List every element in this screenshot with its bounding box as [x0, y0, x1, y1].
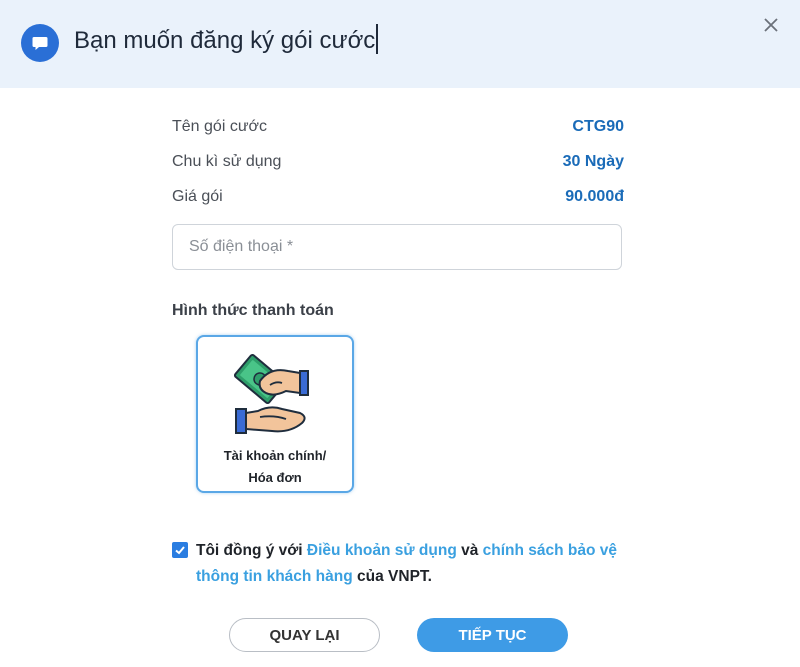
- continue-button[interactable]: TIẾP TỤC: [417, 618, 568, 652]
- payment-option-label-line2: Hóa đơn: [248, 470, 302, 485]
- phone-number-input[interactable]: [172, 224, 622, 270]
- text-caret: [376, 24, 379, 54]
- usage-cycle-label: Chu kì sử dụng: [172, 153, 282, 170]
- agreement-text: Tôi đồng ý với Điều khoản sử dụng và chí…: [196, 538, 636, 590]
- package-price-row: Giá gói 90.000đ: [172, 186, 624, 208]
- agreement-checkbox[interactable]: [172, 542, 188, 558]
- close-icon[interactable]: [764, 18, 778, 32]
- payment-option-label-line1: Tài khoản chính/: [223, 448, 327, 463]
- close-button[interactable]: [760, 14, 782, 36]
- package-price-value: 90.000đ: [565, 188, 624, 205]
- agreement-suffix: của VNPT.: [352, 568, 432, 585]
- payment-option-main-account[interactable]: Tài khoản chính/ Hóa đơn: [196, 335, 354, 493]
- package-name-label: Tên gói cước: [172, 118, 268, 135]
- usage-cycle-value: 30 Ngày: [562, 153, 624, 170]
- terms-of-use-link[interactable]: Điều khoản sử dụng: [307, 542, 457, 559]
- back-button[interactable]: QUAY LẠI: [229, 618, 380, 652]
- payment-option-label: Tài khoản chính/ Hóa đơn: [198, 445, 352, 489]
- checkmark-icon: [175, 546, 185, 555]
- chat-bubble-icon: [21, 24, 59, 62]
- package-name-value: CTG90: [572, 118, 624, 135]
- payment-method-title: Hình thức thanh toán: [172, 302, 334, 319]
- register-package-dialog: Bạn muốn đăng ký gói cước Tên gói cước C…: [0, 0, 800, 667]
- package-name-row: Tên gói cước CTG90: [172, 116, 624, 138]
- package-price-label: Giá gói: [172, 188, 223, 205]
- dialog-title: Bạn muốn đăng ký gói cước: [74, 24, 379, 55]
- usage-cycle-row: Chu kì sử dụng 30 Ngày: [172, 151, 624, 173]
- agreement-prefix: Tôi đồng ý với: [196, 542, 307, 559]
- dialog-header: Bạn muốn đăng ký gói cước: [0, 0, 800, 88]
- money-hands-icon: [233, 353, 309, 434]
- agreement-middle: và: [456, 542, 483, 559]
